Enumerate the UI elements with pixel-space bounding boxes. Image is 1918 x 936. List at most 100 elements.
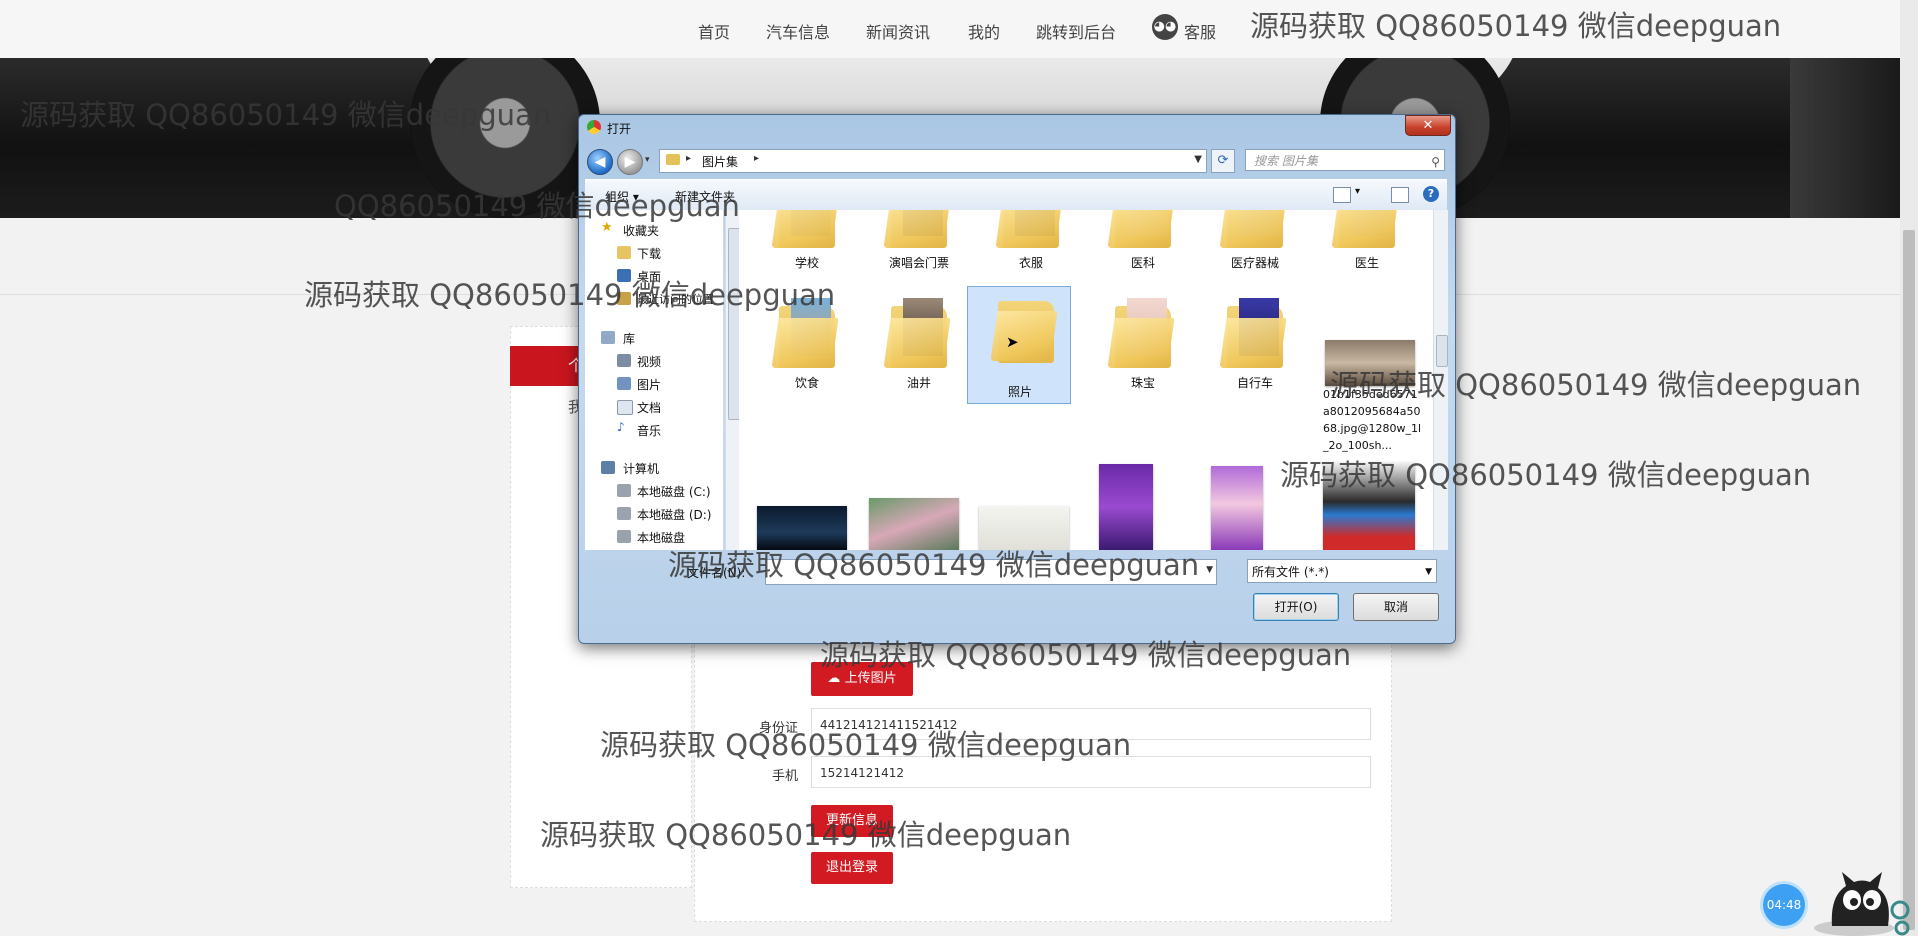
nav-favorites[interactable]: ★ 收藏夹 — [585, 220, 715, 240]
address-dropdown-icon[interactable]: ▼ — [1194, 154, 1202, 165]
desktop-icon — [617, 269, 631, 282]
dialog-title: 打开 — [607, 122, 632, 136]
nav-customer-service[interactable]: 客服 — [1184, 19, 1216, 43]
folder-label: 衣服 — [1018, 256, 1043, 270]
nav-car-info[interactable]: 汽车信息 — [766, 19, 830, 43]
cat-mascot-icon[interactable] — [1812, 866, 1912, 936]
folder-label: 饮食 — [794, 376, 819, 390]
file-pane-scrollbar[interactable] — [1433, 210, 1448, 550]
nav-videos[interactable]: 视频 — [585, 351, 715, 371]
nav-documents[interactable]: 文档 — [585, 397, 715, 417]
nav-downloads[interactable]: 下载 — [585, 243, 715, 263]
address-path[interactable]: 图片集 — [702, 153, 738, 170]
library-icon — [601, 331, 615, 344]
nav-pictures[interactable]: 图片 — [585, 374, 715, 394]
file-type-select[interactable]: 所有文件 (*.*) ▼ — [1247, 559, 1437, 583]
open-button[interactable]: 打开(O) — [1253, 593, 1339, 621]
filename-dropdown-icon[interactable]: ▼ — [1206, 565, 1213, 575]
folder-tile[interactable]: 油井 — [867, 296, 971, 412]
navigation-pane-scrollbar[interactable] — [725, 210, 740, 550]
phone-input[interactable]: 15214121412 — [811, 756, 1371, 788]
folder-tile[interactable]: 医疗器械 — [1203, 210, 1307, 292]
timer-badge[interactable]: 04:48 — [1763, 884, 1805, 926]
image-file-name[interactable]: 01b1f35ded6571a8012095684a5068.jpg@1280w… — [1323, 386, 1423, 454]
chrome-icon — [587, 120, 601, 134]
folder-tile[interactable]: 医生 — [1315, 210, 1419, 292]
nav-computer[interactable]: 计算机 — [585, 458, 715, 478]
address-bar[interactable]: ▸ 图片集 ▸ ▼ — [659, 149, 1207, 173]
folder-tile-selected[interactable]: 照片 ➤ — [967, 286, 1071, 404]
file-pane-scrollbar-thumb[interactable] — [1436, 335, 1448, 367]
banner-side-shadow — [1790, 58, 1900, 218]
folder-front — [883, 318, 951, 368]
image-thumbnail[interactable] — [869, 498, 959, 550]
navigation-pane: ★ 收藏夹 下载 桌面 最近访问的位置 库 视频 图片 文档 ♪ 音乐 计算机 … — [585, 210, 724, 550]
folder-front — [1107, 210, 1175, 248]
folder-label: 学校 — [794, 256, 819, 270]
nav-recent-places[interactable]: 最近访问的位置 — [585, 289, 715, 309]
id-card-input[interactable]: 441214121411521412 — [811, 708, 1371, 740]
nav-admin[interactable]: 跳转到后台 — [1036, 19, 1116, 43]
nav-music[interactable]: ♪ 音乐 — [585, 420, 715, 440]
folder-tile[interactable]: 衣服 — [979, 210, 1083, 292]
preview-pane-icon[interactable] — [1391, 187, 1409, 203]
folder-tile[interactable]: 医科 — [1091, 210, 1195, 292]
page-scrollbar-thumb[interactable] — [1903, 230, 1915, 930]
nav-news[interactable]: 新闻资讯 — [866, 19, 930, 43]
search-input[interactable]: 搜索 图片集 ⚲ — [1245, 149, 1445, 171]
close-icon[interactable]: ✕ — [1405, 115, 1451, 136]
search-icon[interactable]: ⚲ — [1431, 151, 1440, 173]
folder-front — [1107, 318, 1175, 368]
folder-front — [995, 210, 1063, 248]
cancel-button[interactable]: 取消 — [1353, 593, 1439, 621]
dialog-toolbar: 组织 ▾ 新建文件夹 ▾ ? — [585, 179, 1447, 211]
new-folder-button[interactable]: 新建文件夹 — [675, 188, 735, 205]
file-type-dropdown-icon[interactable]: ▼ — [1425, 560, 1432, 584]
folder-tile[interactable]: 学校 — [755, 210, 859, 292]
nav-mine[interactable]: 我的 — [968, 19, 1000, 43]
nav-drive-c[interactable]: 本地磁盘 (C:) — [585, 481, 715, 501]
upload-image-button[interactable]: ☁ 上传图片 — [811, 662, 913, 696]
view-dropdown-icon[interactable]: ▾ — [1355, 186, 1360, 197]
folder-label: 珠宝 — [1130, 376, 1155, 390]
folder-front — [771, 318, 839, 368]
history-dropdown-icon[interactable]: ▾ — [645, 155, 650, 165]
help-icon[interactable]: ? — [1423, 186, 1439, 202]
image-thumbnail[interactable] — [1099, 464, 1153, 550]
nav-libraries[interactable]: 库 — [585, 328, 715, 348]
nav-desktop[interactable]: 桌面 — [585, 266, 715, 286]
wechat-icon[interactable]: ◕◕ — [1152, 14, 1178, 40]
logout-button[interactable]: 退出登录 — [811, 852, 893, 884]
breadcrumb-chevron-icon[interactable]: ▸ — [754, 153, 759, 164]
folder-tile[interactable]: 珠宝 — [1091, 296, 1195, 412]
music-library-icon: ♪ — [617, 420, 625, 434]
image-thumbnail[interactable] — [757, 506, 847, 550]
dialog-bottom-controls: 文件名(N): ▼ 所有文件 (*.*) ▼ 打开(O) 取消 — [585, 551, 1447, 637]
folder-tile[interactable]: 自行车 — [1203, 296, 1307, 412]
documents-library-icon — [617, 400, 633, 415]
organize-menu[interactable]: 组织 ▾ — [605, 188, 639, 205]
folder-tile[interactable]: 演唱会门票 — [867, 210, 971, 292]
image-thumbnail[interactable] — [1211, 466, 1263, 550]
upload-image-label: 上传图片 — [844, 671, 897, 686]
refresh-icon[interactable]: ⟳ — [1211, 149, 1235, 173]
view-options-icon[interactable] — [1333, 187, 1351, 203]
forward-arrow-icon[interactable]: ▶ — [617, 149, 643, 175]
nav-drive-e[interactable]: 本地磁盘 — [585, 527, 715, 547]
folder-front — [883, 210, 951, 248]
filename-input[interactable]: ▼ — [765, 559, 1217, 585]
filename-label: 文件名(N): — [687, 566, 746, 580]
recent-places-icon — [617, 292, 631, 305]
image-thumbnail[interactable] — [1325, 340, 1415, 386]
image-thumbnail[interactable] — [1323, 462, 1415, 550]
back-arrow-icon[interactable]: ◀ — [587, 149, 613, 175]
download-folder-icon — [617, 246, 631, 259]
image-thumbnail[interactable] — [979, 506, 1069, 550]
folder-front — [990, 311, 1058, 361]
breadcrumb-chevron-icon[interactable]: ▸ — [686, 153, 691, 164]
folder-label: 自行车 — [1236, 376, 1273, 390]
update-info-button[interactable]: 更新信息 — [811, 805, 893, 837]
folder-tile[interactable]: 饮食 — [755, 296, 859, 412]
nav-home[interactable]: 首页 — [698, 19, 730, 43]
nav-drive-d[interactable]: 本地磁盘 (D:) — [585, 504, 715, 524]
